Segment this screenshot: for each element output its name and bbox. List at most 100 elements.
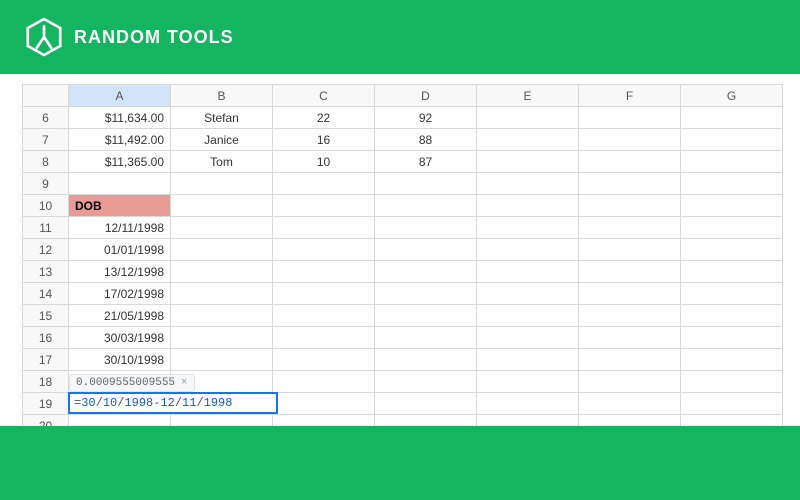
row-header[interactable]: 6 xyxy=(23,107,69,129)
cell-A13[interactable]: 13/12/1998 xyxy=(69,261,171,283)
cell-D17[interactable] xyxy=(375,349,477,371)
spreadsheet-grid[interactable]: A B C D E F G 6$11,634.00Stefan22927$11,… xyxy=(22,84,783,426)
cell-B11[interactable] xyxy=(171,217,273,239)
cell-B10[interactable] xyxy=(171,195,273,217)
cell-E7[interactable] xyxy=(477,129,579,151)
cell-C10[interactable] xyxy=(273,195,375,217)
cell-D7[interactable]: 88 xyxy=(375,129,477,151)
row-header[interactable]: 17 xyxy=(23,349,69,371)
cell-F16[interactable] xyxy=(579,327,681,349)
cell-C11[interactable] xyxy=(273,217,375,239)
cell-B7[interactable]: Janice xyxy=(171,129,273,151)
cell-E15[interactable] xyxy=(477,305,579,327)
cell-E6[interactable] xyxy=(477,107,579,129)
cell-E20[interactable] xyxy=(477,415,579,427)
row-header[interactable]: 16 xyxy=(23,327,69,349)
cell-E10[interactable] xyxy=(477,195,579,217)
cell-G7[interactable] xyxy=(681,129,783,151)
cell-B15[interactable] xyxy=(171,305,273,327)
cell-G11[interactable] xyxy=(681,217,783,239)
cell-B13[interactable] xyxy=(171,261,273,283)
cell-F12[interactable] xyxy=(579,239,681,261)
cell-C17[interactable] xyxy=(273,349,375,371)
row-header[interactable]: 13 xyxy=(23,261,69,283)
cell-D9[interactable] xyxy=(375,173,477,195)
spreadsheet-area[interactable]: A B C D E F G 6$11,634.00Stefan22927$11,… xyxy=(0,74,800,426)
cell-C16[interactable] xyxy=(273,327,375,349)
cell-F13[interactable] xyxy=(579,261,681,283)
cell-F15[interactable] xyxy=(579,305,681,327)
cell-B16[interactable] xyxy=(171,327,273,349)
cell-F17[interactable] xyxy=(579,349,681,371)
close-icon[interactable]: × xyxy=(181,377,188,389)
cell-G9[interactable] xyxy=(681,173,783,195)
row-header[interactable]: 10 xyxy=(23,195,69,217)
cell-B12[interactable] xyxy=(171,239,273,261)
cell-D6[interactable]: 92 xyxy=(375,107,477,129)
cell-F6[interactable] xyxy=(579,107,681,129)
cell-F20[interactable] xyxy=(579,415,681,427)
cell-B20[interactable] xyxy=(171,415,273,427)
row-header[interactable]: 11 xyxy=(23,217,69,239)
cell-B9[interactable] xyxy=(171,173,273,195)
cell-C18[interactable] xyxy=(273,371,375,393)
cell-E9[interactable] xyxy=(477,173,579,195)
cell-B17[interactable] xyxy=(171,349,273,371)
cell-D11[interactable] xyxy=(375,217,477,239)
cell-E11[interactable] xyxy=(477,217,579,239)
cell-F8[interactable] xyxy=(579,151,681,173)
cell-C14[interactable] xyxy=(273,283,375,305)
cell-D10[interactable] xyxy=(375,195,477,217)
cell-C9[interactable] xyxy=(273,173,375,195)
cell-E14[interactable] xyxy=(477,283,579,305)
select-all-corner[interactable] xyxy=(23,85,69,107)
cell-G15[interactable] xyxy=(681,305,783,327)
cell-A12[interactable]: 01/01/1998 xyxy=(69,239,171,261)
cell-G20[interactable] xyxy=(681,415,783,427)
row-header[interactable]: 14 xyxy=(23,283,69,305)
cell-C15[interactable] xyxy=(273,305,375,327)
cell-A8[interactable]: $11,365.00 xyxy=(69,151,171,173)
column-header-F[interactable]: F xyxy=(579,85,681,107)
cell-A20[interactable] xyxy=(69,415,171,427)
column-header-C[interactable]: C xyxy=(273,85,375,107)
cell-F7[interactable] xyxy=(579,129,681,151)
cell-A9[interactable] xyxy=(69,173,171,195)
cell-G12[interactable] xyxy=(681,239,783,261)
cell-G6[interactable] xyxy=(681,107,783,129)
cell-G14[interactable] xyxy=(681,283,783,305)
cell-D20[interactable] xyxy=(375,415,477,427)
cell-E18[interactable] xyxy=(477,371,579,393)
cell-A14[interactable]: 17/02/1998 xyxy=(69,283,171,305)
cell-A11[interactable]: 12/11/1998 xyxy=(69,217,171,239)
cell-F9[interactable] xyxy=(579,173,681,195)
cell-D12[interactable] xyxy=(375,239,477,261)
cell-C13[interactable] xyxy=(273,261,375,283)
cell-E12[interactable] xyxy=(477,239,579,261)
cell-D16[interactable] xyxy=(375,327,477,349)
cell-G16[interactable] xyxy=(681,327,783,349)
cell-D13[interactable] xyxy=(375,261,477,283)
cell-D14[interactable] xyxy=(375,283,477,305)
cell-D15[interactable] xyxy=(375,305,477,327)
cell-G10[interactable] xyxy=(681,195,783,217)
cell-F14[interactable] xyxy=(579,283,681,305)
cell-B6[interactable]: Stefan xyxy=(171,107,273,129)
column-header-G[interactable]: G xyxy=(681,85,783,107)
cell-A10[interactable]: DOB xyxy=(69,195,171,217)
cell-E19[interactable] xyxy=(477,393,579,415)
cell-A17[interactable]: 30/10/1998 xyxy=(69,349,171,371)
cell-F18[interactable] xyxy=(579,371,681,393)
formula-editor[interactable]: =30/10/1998-12/11/19980.0009555009555× xyxy=(68,392,278,414)
column-header-E[interactable]: E xyxy=(477,85,579,107)
cell-D18[interactable] xyxy=(375,371,477,393)
row-header[interactable]: 8 xyxy=(23,151,69,173)
cell-B8[interactable]: Tom xyxy=(171,151,273,173)
cell-E13[interactable] xyxy=(477,261,579,283)
cell-C20[interactable] xyxy=(273,415,375,427)
cell-G8[interactable] xyxy=(681,151,783,173)
cell-A19[interactable]: =30/10/1998-12/11/19980.0009555009555× xyxy=(69,393,171,415)
cell-A15[interactable]: 21/05/1998 xyxy=(69,305,171,327)
cell-A7[interactable]: $11,492.00 xyxy=(69,129,171,151)
cell-A6[interactable]: $11,634.00 xyxy=(69,107,171,129)
